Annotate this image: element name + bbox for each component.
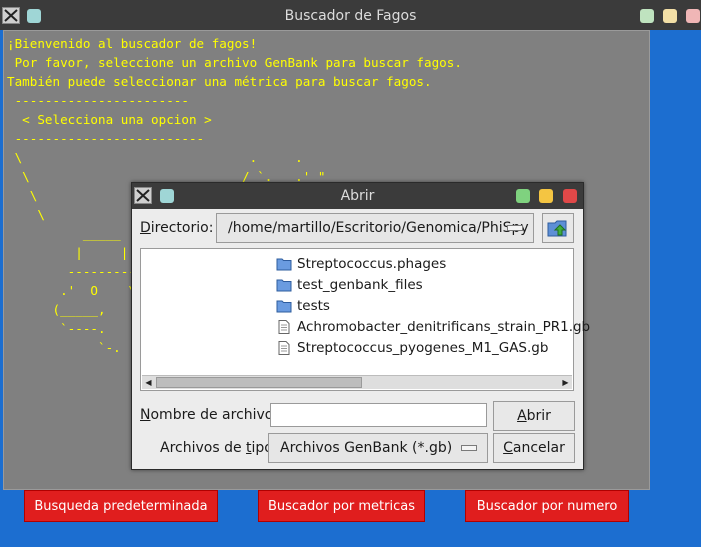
folder-icon: [276, 299, 292, 313]
scroll-left-icon[interactable]: ◀: [142, 376, 155, 389]
minimize-button[interactable]: [640, 9, 654, 23]
dialog-titlebar: Abrir: [132, 183, 583, 209]
chevron-down-icon: [507, 225, 523, 231]
folder-up-icon: [547, 220, 567, 237]
open-file-dialog: Abrir Directorio: /home/martillo/Escrito…: [131, 182, 590, 470]
file-name: test_genbank_files: [297, 277, 423, 293]
close-button[interactable]: [686, 9, 700, 23]
filetype-value: Archivos GenBank (*.gb): [280, 440, 453, 456]
chevron-down-icon: [461, 445, 477, 451]
open-button[interactable]: Abrir: [493, 401, 575, 431]
main-titlebar: Buscador de Fagos: [0, 0, 701, 30]
cancel-button[interactable]: Cancelar: [493, 433, 575, 463]
maximize-button[interactable]: [663, 9, 677, 23]
filename-input[interactable]: [270, 403, 487, 427]
file-name: Streptococcus_pyogenes_M1_GAS.gb: [297, 340, 549, 356]
dialog-minimize-button[interactable]: [516, 189, 530, 203]
document-icon: [276, 320, 292, 334]
document-icon: [276, 341, 292, 355]
horizontal-scrollbar[interactable]: ◀ ▶: [142, 375, 572, 389]
scrollbar-thumb[interactable]: [156, 377, 362, 388]
directory-combobox[interactable]: /home/martillo/Escritorio/Genomica/PhiSp…: [216, 213, 534, 243]
folder-icon: [276, 278, 292, 292]
file-name: Streptococcus.phages: [297, 256, 447, 272]
default-search-button[interactable]: Busqueda predeterminada: [24, 490, 218, 522]
dialog-close-button[interactable]: [563, 189, 577, 203]
number-search-button[interactable]: Buscador por numero: [465, 490, 629, 522]
file-name: Achromobacter_denitrificans_strain_PR1.g…: [297, 319, 591, 335]
folder-icon: [276, 257, 292, 271]
directory-value: /home/martillo/Escritorio/Genomica/PhiSp…: [228, 220, 529, 236]
file-list[interactable]: Streptococcus.phages test_genbank_fileste…: [140, 248, 590, 391]
directory-label: Directorio:: [140, 220, 214, 236]
filetype-combobox[interactable]: Archivos GenBank (*.gb): [268, 433, 488, 463]
up-folder-button[interactable]: [542, 213, 574, 243]
filename-label: Nombre de archivo:: [140, 407, 279, 423]
scroll-right-icon[interactable]: ▶: [559, 376, 572, 389]
filetype-label: Archivos de tipo:: [160, 440, 278, 456]
window-title: Buscador de Fagos: [284, 8, 417, 24]
dialog-maximize-button[interactable]: [539, 189, 553, 203]
file-name: tests: [297, 298, 330, 314]
metrics-search-button[interactable]: Buscador por metricas: [258, 490, 425, 522]
